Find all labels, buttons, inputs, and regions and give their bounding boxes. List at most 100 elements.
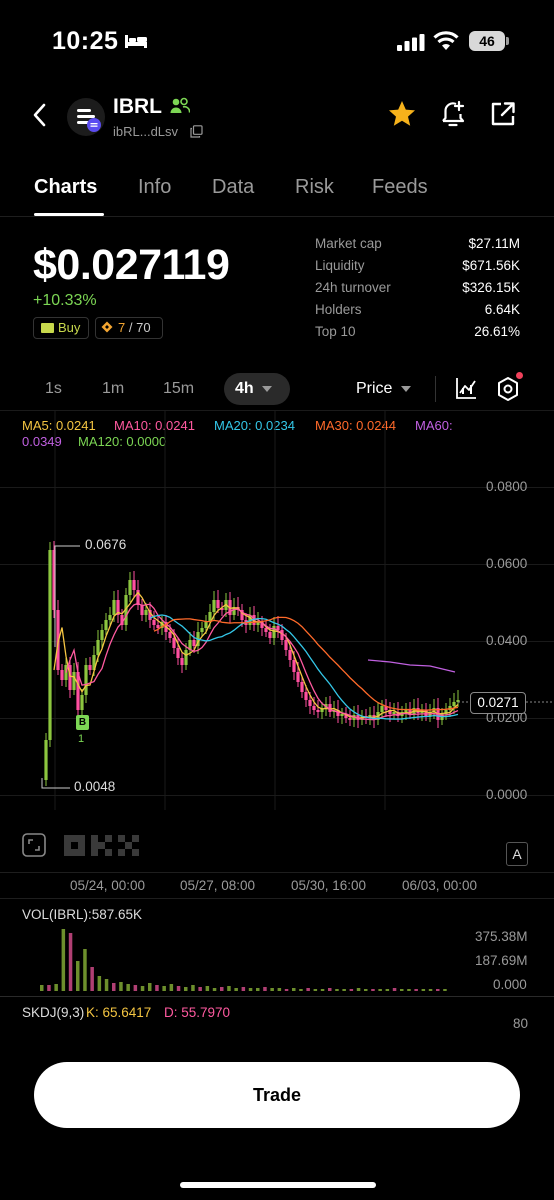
volume-bar <box>205 986 210 991</box>
volume-bar <box>212 988 217 991</box>
volume-bar <box>97 976 102 991</box>
candle-body <box>168 632 172 638</box>
toolbar-divider <box>435 376 436 402</box>
candlestick-chart[interactable] <box>0 410 554 810</box>
token-address: ibRL...dLsv <box>113 124 179 139</box>
price-type-selector[interactable]: Price <box>356 380 392 398</box>
volume-bar <box>234 988 238 991</box>
volume-bar <box>284 989 289 991</box>
candle-body <box>304 692 308 700</box>
volume-bar <box>133 985 138 991</box>
candle-body <box>100 630 104 640</box>
share-external-icon[interactable] <box>489 100 517 128</box>
stat-label-top10: Top 10 <box>315 324 356 339</box>
volume-bar <box>119 982 123 991</box>
price-alert-bell-icon[interactable] <box>437 98 469 130</box>
y-tick-0.00: 0.0000 <box>486 787 528 802</box>
candle-body <box>60 670 64 680</box>
volume-bar <box>198 987 202 991</box>
indicators-icon[interactable] <box>455 376 477 400</box>
chart-settings-icon[interactable] <box>496 376 520 402</box>
volume-bar <box>364 989 368 991</box>
stat-value-turnover: $326.15K <box>462 280 520 295</box>
price-change: +10.33% <box>33 292 97 309</box>
candle-body <box>80 695 84 710</box>
volume-bar <box>299 989 303 991</box>
notification-dot <box>516 372 523 379</box>
candle-body <box>128 580 132 595</box>
buy-marker: B <box>76 715 89 730</box>
stat-label-turnover: 24h turnover <box>315 280 391 295</box>
tab-charts[interactable]: Charts <box>34 176 97 199</box>
volume-bar <box>227 986 231 991</box>
wifi-icon <box>433 31 459 50</box>
skdj-d-value: D: 55.7970 <box>164 1005 231 1020</box>
copy-icon[interactable] <box>190 125 203 138</box>
tab-feeds[interactable]: Feeds <box>372 176 428 199</box>
volume-bar <box>277 988 282 991</box>
candle-body <box>176 648 180 658</box>
candle-body <box>172 638 176 648</box>
candle-body <box>340 714 344 716</box>
skdj-label: SKDJ(9,3) <box>22 1005 85 1020</box>
candle-body <box>452 702 456 706</box>
timeframe-1s[interactable]: 1s <box>45 380 62 398</box>
binance-diamond-icon <box>101 321 113 333</box>
favorite-star-icon[interactable] <box>387 99 417 129</box>
battery-indicator: 46 <box>469 31 505 51</box>
volume-bar <box>306 988 310 991</box>
back-arrow-icon[interactable] <box>30 102 50 128</box>
volume-bar <box>112 983 116 991</box>
tab-info[interactable]: Info <box>138 176 171 199</box>
timeframe-15m[interactable]: 15m <box>163 380 194 398</box>
tab-data[interactable]: Data <box>212 176 254 199</box>
volume-label: VOL(IBRL):587.65K <box>22 907 143 922</box>
candle-body <box>272 626 276 638</box>
candle-body <box>268 632 272 638</box>
volume-bar <box>443 989 447 991</box>
auto-scale-button[interactable]: A <box>506 842 528 866</box>
chevron-down-icon <box>401 386 411 392</box>
candle-body <box>424 710 428 716</box>
volume-bar <box>162 986 166 991</box>
volume-bar <box>256 988 260 991</box>
date-axis-line <box>0 872 554 873</box>
candle-body <box>200 628 204 632</box>
candle-body <box>264 628 268 632</box>
timeframe-4h-selector[interactable] <box>224 373 290 405</box>
tab-risk[interactable]: Risk <box>295 176 334 199</box>
candle-body <box>312 706 316 710</box>
trade-button[interactable]: Trade <box>34 1062 520 1128</box>
date-label-2: 05/27, 08:00 <box>180 878 256 893</box>
home-indicator <box>180 1182 376 1188</box>
candle-body <box>72 672 76 690</box>
fullscreen-icon[interactable] <box>22 833 46 857</box>
date-label-1: 05/24, 00:00 <box>70 878 146 893</box>
token-symbol: IBRL <box>113 95 162 118</box>
candle-body <box>308 700 312 706</box>
candle-body <box>292 660 296 672</box>
volume-bar <box>436 989 440 991</box>
volume-bar <box>414 989 418 991</box>
y-tick-0.06: 0.0600 <box>486 556 528 571</box>
volume-bar <box>40 985 44 991</box>
candle-body <box>288 650 292 660</box>
skdj-k-value: K: 65.6417 <box>86 1005 152 1020</box>
volume-bar <box>428 989 433 991</box>
candle-body <box>84 665 88 695</box>
stat-label-liquidity: Liquidity <box>315 258 365 273</box>
timeframe-1m[interactable]: 1m <box>102 380 124 398</box>
current-price: $0.027119 <box>33 241 230 289</box>
status-time: 10:25 <box>52 27 119 55</box>
timeframe-4h[interactable]: 4h <box>235 380 254 398</box>
candle-body <box>108 615 112 620</box>
candle-body <box>156 625 160 628</box>
volume-bar <box>270 988 274 991</box>
chevron-down-icon <box>262 386 272 392</box>
candle-body <box>316 710 320 712</box>
volume-bar <box>392 988 397 991</box>
rank-value: 7 <box>118 320 126 335</box>
candle-body <box>112 600 116 615</box>
candle-body <box>300 682 304 692</box>
volume-bar <box>68 933 73 991</box>
